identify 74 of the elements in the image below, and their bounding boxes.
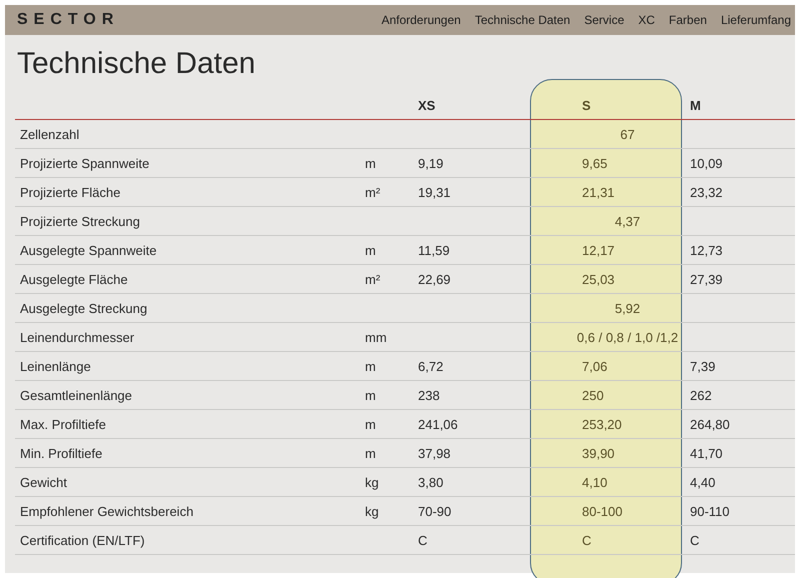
unit-label: mm [365, 330, 387, 344]
size-header: XS [418, 98, 436, 112]
size-header: S [582, 98, 591, 112]
nav-link[interactable]: Service [584, 13, 624, 27]
size-header: M [690, 98, 701, 112]
table-cell: 90-110 [690, 504, 730, 518]
nav-link[interactable]: Anforderungen [381, 13, 461, 27]
row-label: Ausgelegte Streckung [20, 300, 148, 316]
table-cell: 4,37 [614, 214, 640, 228]
nav-link[interactable]: Lieferumfang [720, 13, 791, 27]
unit-label: m² [365, 272, 380, 286]
table-cell: 3,80 [418, 474, 444, 490]
table-cell: 67 [620, 126, 635, 142]
page-title: Technische Daten [16, 46, 256, 82]
row-label: Projizierte Fläche [20, 184, 120, 200]
table-cell: 12,17 [582, 242, 615, 258]
unit-label: kg [365, 474, 379, 490]
table-cell: 41,70 [690, 446, 723, 460]
table-cell: 80-100 [582, 504, 622, 518]
table-cell: 9,19 [418, 156, 444, 170]
table-cell: 25,03 [582, 272, 615, 286]
table-cell: 241,06 [418, 416, 458, 432]
table-cell: C [690, 532, 700, 548]
table-cell: 21,31 [582, 184, 615, 200]
row-label: Certification (EN/LTF) [20, 532, 145, 548]
table-cell: 238 [418, 388, 440, 402]
table-cell: 11,59 [418, 242, 450, 258]
row-label: Gesamtleinenlänge [20, 388, 132, 402]
table-cell: 12,73 [690, 242, 723, 258]
table-cell: 23,32 [690, 184, 723, 200]
row-label: Leinendurchmesser [20, 330, 134, 344]
nav-link[interactable]: Technische Daten [474, 13, 570, 27]
row-label: Leinenlänge [20, 358, 91, 374]
row-label: Ausgelegte Spannweite [20, 242, 157, 258]
unit-label: kg [365, 504, 379, 518]
unit-label: m [365, 358, 376, 374]
table-cell: 27,39 [690, 272, 723, 286]
unit-label: m [365, 416, 376, 432]
table-cell: 19,31 [418, 184, 451, 200]
row-label: Ausgelegte Fläche [20, 272, 128, 286]
nav-link[interactable]: XC [638, 13, 655, 27]
table-cell: 7,06 [582, 358, 608, 374]
table-cell: 0,6 / 0,8 / 1,0 /1,2 [576, 330, 678, 344]
row-label: Projizierte Streckung [20, 214, 140, 228]
table-cell: 253,20 [582, 416, 622, 432]
unit-label: m [365, 242, 376, 258]
unit-label: m [365, 388, 376, 402]
row-label: Min. Profiltiefe [20, 446, 102, 460]
table-cell: 4,40 [690, 474, 716, 490]
table-cell: 6,72 [418, 358, 444, 374]
unit-label: m [365, 156, 376, 170]
table-cell: 70-90 [418, 504, 452, 518]
table-cell: 10,09 [690, 156, 723, 170]
brand-logo[interactable]: SECTOR [17, 11, 120, 29]
table-cell: 264,80 [690, 416, 730, 432]
row-label: Gewicht [20, 474, 67, 490]
table-cell: 5,92 [614, 300, 640, 316]
table-cell: 4,10 [582, 474, 608, 490]
row-label: Zellenzahl [20, 126, 80, 142]
unit-label: m² [365, 184, 380, 200]
table-cell: 7,39 [690, 358, 716, 374]
table-cell: 262 [690, 388, 712, 402]
table-cell: C [418, 532, 428, 548]
row-label: Projizierte Spannweite [20, 156, 150, 170]
table-cell: 39,90 [582, 446, 615, 460]
unit-label: m [365, 446, 376, 460]
table-cell: C [582, 532, 592, 548]
table-cell: 250 [582, 388, 604, 402]
row-label: Max. Profiltiefe [20, 416, 106, 432]
table-cell: 37,98 [418, 446, 451, 460]
row-label: Empfohlener Gewichtsbereich [20, 504, 194, 518]
table-cell: 9,65 [582, 156, 608, 170]
nav-link[interactable]: Farben [668, 13, 707, 27]
table-cell: 22,69 [418, 272, 451, 286]
